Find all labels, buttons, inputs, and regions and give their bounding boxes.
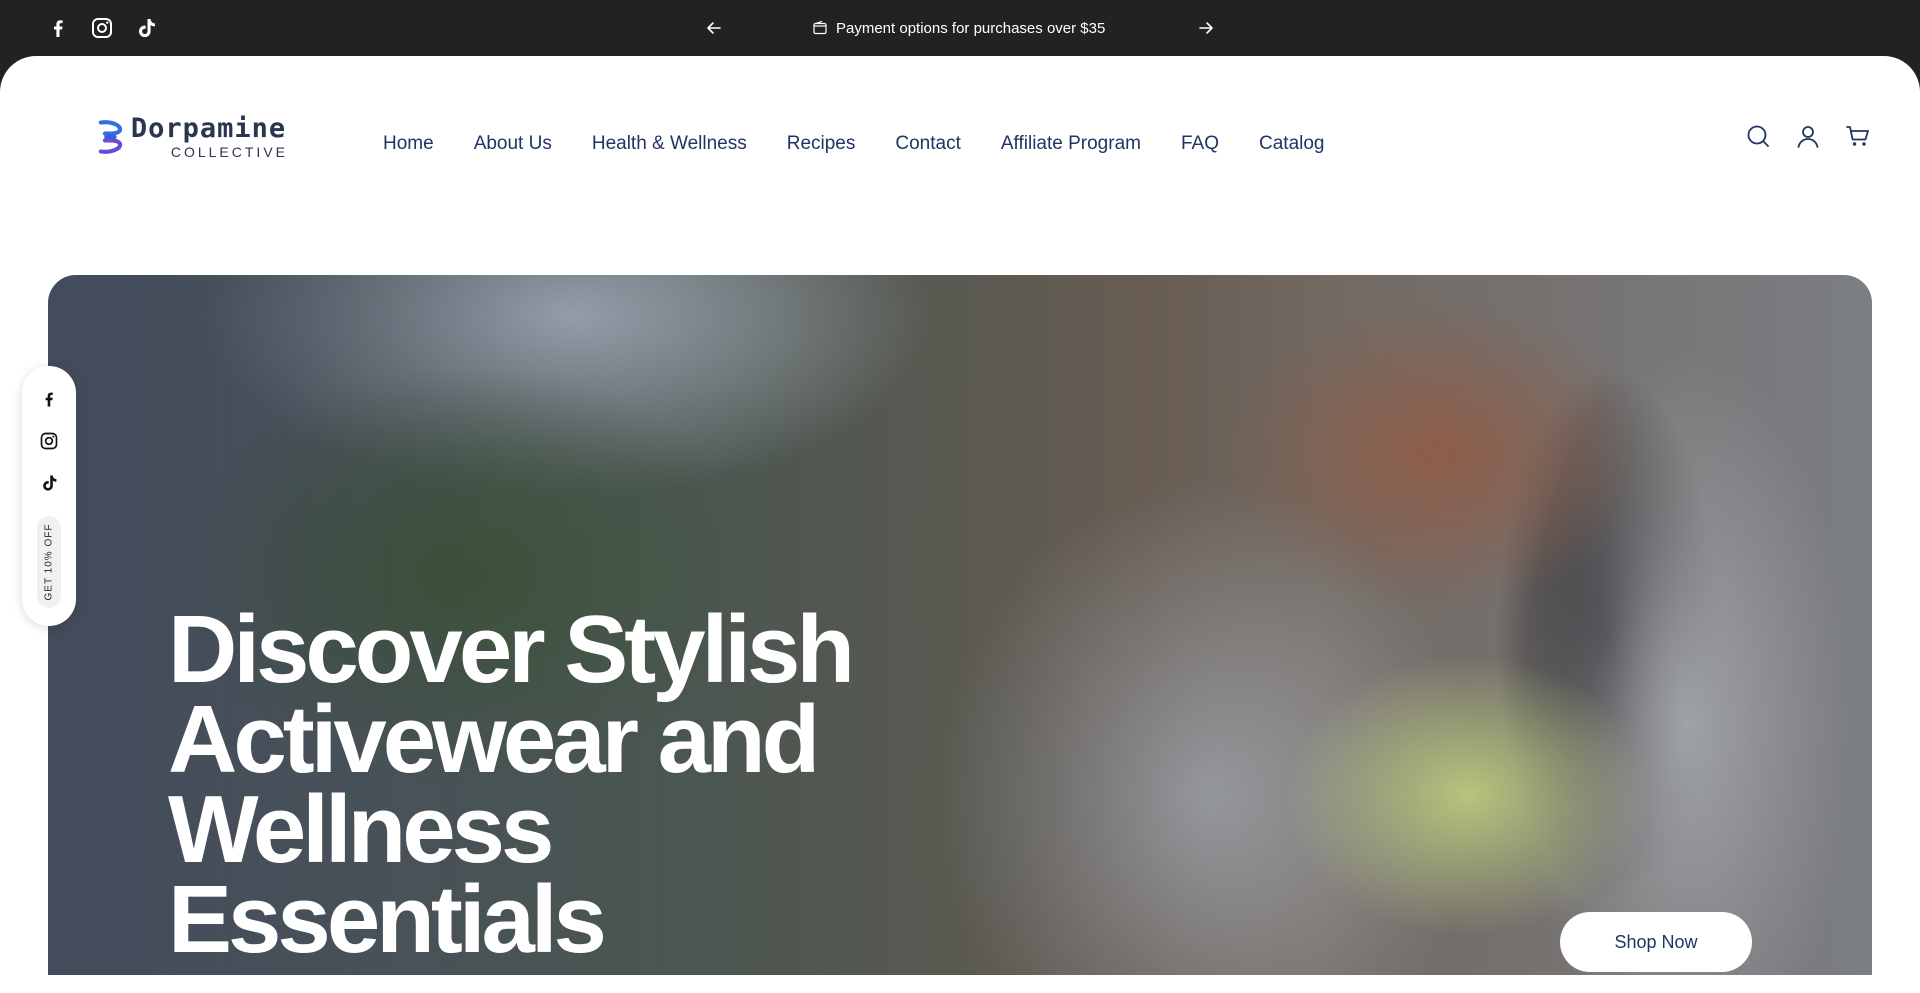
hero-banner: Discover Stylish Activewear and Wellness… <box>48 275 1872 975</box>
hero-title: Discover Stylish Activewear and Wellness… <box>168 596 868 973</box>
nav-about-us[interactable]: About Us <box>474 124 552 164</box>
nav-recipes[interactable]: Recipes <box>787 124 856 164</box>
tiktok-icon[interactable] <box>39 473 59 493</box>
nav-affiliate-program[interactable]: Affiliate Program <box>1001 124 1141 164</box>
shop-now-button[interactable]: Shop Now <box>1560 912 1752 972</box>
announcement-socials <box>46 16 158 40</box>
hero-title-line: Wellness <box>168 776 554 883</box>
hero-title-line: Activewear and <box>168 686 820 793</box>
logo[interactable]: Dorpamine COLLECTIVE <box>98 108 288 166</box>
floating-social-bar: GET 10% OFF <box>22 366 76 626</box>
discount-tab-label: GET 10% OFF <box>43 523 55 601</box>
logo-mark-icon <box>98 120 123 154</box>
announcement-text: Payment options for purchases over $35 <box>836 19 1106 37</box>
cart-icon[interactable] <box>1845 123 1871 149</box>
arrow-left-icon[interactable] <box>703 17 725 39</box>
facebook-icon[interactable] <box>39 389 59 409</box>
announcement-message: Payment options for purchases over $35 <box>812 17 1105 39</box>
nav-contact[interactable]: Contact <box>895 124 960 164</box>
discount-tab[interactable]: GET 10% OFF <box>37 516 61 608</box>
facebook-icon[interactable] <box>46 16 70 40</box>
logo-tagline: COLLECTIVE <box>170 144 288 160</box>
nav-health-wellness[interactable]: Health & Wellness <box>592 124 747 164</box>
tiktok-icon[interactable] <box>134 16 158 40</box>
announcement-bar: Payment options for purchases over $35 <box>0 0 1920 56</box>
header-actions <box>1745 123 1871 149</box>
nav-faq[interactable]: FAQ <box>1181 124 1219 164</box>
nav-catalog[interactable]: Catalog <box>1259 124 1325 164</box>
hero-title-line: Essentials <box>168 866 607 973</box>
main-nav: Home About Us Health & Wellness Recipes … <box>383 124 1325 164</box>
account-icon[interactable] <box>1795 123 1821 149</box>
hero-title-line: Discover Stylish <box>168 596 855 703</box>
logo-name: Dorpamine <box>130 113 287 144</box>
instagram-icon[interactable] <box>90 16 114 40</box>
wallet-icon <box>813 20 827 35</box>
instagram-icon[interactable] <box>39 431 59 451</box>
nav-home[interactable]: Home <box>383 124 434 164</box>
arrow-right-icon[interactable] <box>1195 17 1217 39</box>
search-icon[interactable] <box>1745 123 1771 149</box>
